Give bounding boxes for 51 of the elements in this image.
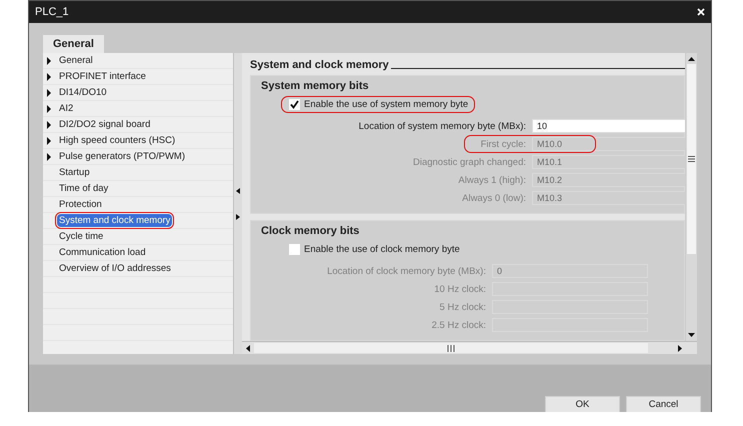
dialog-button[interactable]: Cancel — [626, 396, 701, 412]
scroll-left-icon[interactable] — [245, 344, 251, 352]
field-label: Always 1 (high): — [457, 174, 526, 186]
scroll-down-icon[interactable] — [688, 332, 695, 338]
checkbox-label: Enable the use of clock memory byte — [304, 244, 460, 255]
sidebar-item[interactable]: DI2/DO2 signal board — [57, 118, 152, 131]
expand-arrow-icon[interactable] — [47, 88, 51, 96]
sidebar-item[interactable]: Cycle time — [57, 230, 106, 243]
scroll-up-icon[interactable] — [688, 56, 695, 62]
field-label: 10 Hz clock: — [433, 284, 486, 294]
sidebar-item[interactable]: AI2 — [57, 102, 76, 115]
field-label: Diagnostic graph changed: — [412, 156, 526, 168]
expand-arrow-icon[interactable] — [47, 104, 51, 112]
sidebar-item[interactable]: PROFINET interface — [57, 70, 148, 83]
field-label: 2.5 Hz clock: — [430, 320, 486, 330]
sidebar-item[interactable]: System and clock memory — [57, 214, 172, 227]
scroll-right-icon[interactable] — [677, 344, 683, 352]
sidebar-item[interactable]: High speed counters (HSC) — [57, 134, 178, 147]
group-title: System memory bits — [261, 80, 370, 92]
sidebar-item[interactable]: Overview of I/O addresses — [57, 262, 173, 275]
sidebar-item[interactable]: Pulse generators (PTO/PWM) — [57, 150, 188, 163]
field-label: Always 0 (low): — [461, 192, 526, 204]
group-title: Clock memory bits — [261, 225, 360, 237]
window-title: PLC_1 — [35, 6, 69, 18]
sidebar-item[interactable]: Communication load — [57, 246, 148, 259]
sidebar-item[interactable]: Startup — [57, 166, 92, 179]
grip-icon — [688, 156, 695, 162]
expand-arrow-icon[interactable] — [47, 136, 51, 144]
field-label: Location of clock memory byte (MBx): — [326, 266, 486, 276]
grip-icon — [447, 344, 455, 352]
checkbox[interactable] — [289, 99, 300, 110]
collapse-left-icon[interactable] — [236, 188, 240, 194]
expand-arrow-icon[interactable] — [47, 120, 51, 128]
close-icon[interactable] — [697, 8, 705, 16]
sidebar-item[interactable]: Protection — [57, 198, 104, 211]
input-field[interactable]: 10 — [532, 119, 685, 133]
expand-right-icon[interactable] — [236, 214, 240, 220]
sidebar-item[interactable]: Time of day — [57, 182, 110, 195]
expand-arrow-icon[interactable] — [47, 152, 51, 160]
expand-arrow-icon[interactable] — [47, 72, 51, 80]
sidebar-item[interactable]: DI14/DO10 — [57, 86, 109, 99]
sidebar-item[interactable]: General — [57, 54, 95, 67]
field-label: 5 Hz clock: — [438, 302, 486, 312]
checkbox[interactable] — [289, 244, 300, 255]
dialog-button[interactable]: OK — [545, 396, 620, 412]
expand-arrow-icon[interactable] — [47, 56, 51, 64]
tab[interactable]: General — [43, 35, 104, 53]
checkbox-label: Enable the use of system memory byte — [304, 99, 468, 110]
field-label: First cycle: — [480, 138, 526, 150]
field-label: Location of system memory byte (MBx): — [358, 120, 526, 132]
section-heading: System and clock memory — [250, 59, 389, 71]
